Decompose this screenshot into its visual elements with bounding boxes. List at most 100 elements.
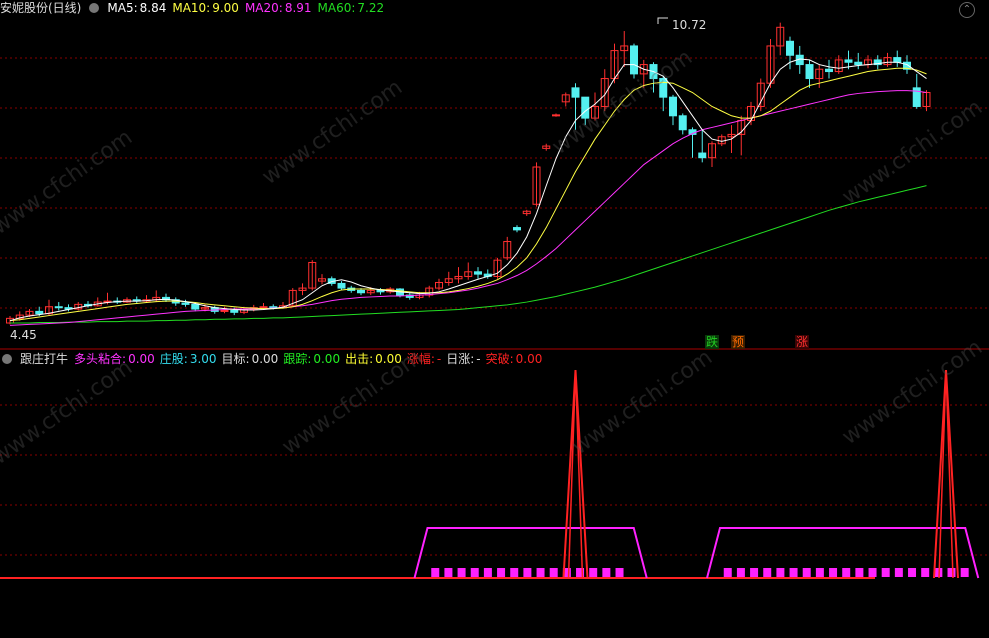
signal-bar <box>750 568 759 577</box>
candle-body <box>854 61 863 66</box>
candle-body <box>659 78 668 98</box>
ma60-label: MA60: <box>317 1 356 15</box>
indicator-chart[interactable] <box>0 353 989 638</box>
signal-bar <box>615 568 624 577</box>
settings-icon[interactable] <box>89 3 100 13</box>
candle-body <box>678 115 687 131</box>
signal-bar <box>497 568 506 577</box>
spike-line <box>938 369 954 579</box>
candle-body <box>357 289 365 294</box>
candle-body <box>669 96 677 117</box>
kline-workspace[interactable]: 10.72 4.45 安妮股份(日线) MA5: 8.84 MA10: 9.00 … <box>0 0 989 638</box>
signal-bar <box>602 568 611 577</box>
indicator-item-value: 0.00 <box>251 352 279 366</box>
ma20-value: 8.91 <box>284 1 312 15</box>
low-price-label: 4.45 <box>10 328 37 342</box>
candle-body <box>581 96 590 119</box>
candle-body <box>552 114 560 117</box>
candle-body <box>571 87 580 98</box>
signal-bar <box>470 568 479 577</box>
candle-body <box>474 271 482 275</box>
signal-bar <box>855 568 864 577</box>
spike-line <box>933 369 959 579</box>
indicator-item-value: 3.00 <box>189 352 217 366</box>
candle-body <box>786 40 794 56</box>
close-icon[interactable]: ⌃ <box>959 2 975 18</box>
signal-bar <box>868 568 877 577</box>
main-chart-header: 安妮股份(日线) MA5: 8.84 MA10: 9.00 MA20: 8.91… <box>0 0 384 16</box>
signal-bar <box>789 568 798 577</box>
ma20-line <box>9 90 927 326</box>
signal-bar <box>921 568 930 577</box>
indicator-item-label: 庄股: <box>159 352 188 366</box>
signal-bar <box>894 568 903 577</box>
signal-bar <box>523 568 532 577</box>
candle-body <box>54 306 63 309</box>
signal-bar <box>829 568 838 577</box>
ma5-label: MA5: <box>107 1 138 15</box>
signal-bar <box>431 568 440 577</box>
candle-body <box>630 45 638 75</box>
signal-bar <box>457 568 466 577</box>
indicator-item-label: 多头粘合: <box>74 352 127 366</box>
signal-bar <box>510 568 519 577</box>
indicator-item-value: 0.00 <box>313 352 341 366</box>
signal-bar <box>947 568 956 577</box>
spike-line <box>562 369 589 579</box>
signal-bar <box>736 568 745 577</box>
ma5-value: 8.84 <box>139 1 167 15</box>
signal-bar <box>483 568 492 577</box>
candle-body <box>191 303 200 310</box>
ma60-value: 7.22 <box>357 1 385 15</box>
signal-bar <box>589 568 598 577</box>
signal-bar <box>842 568 851 577</box>
indicator-settings-icon[interactable] <box>2 354 12 364</box>
ma10-label: MA10: <box>172 1 211 15</box>
indicator-name[interactable]: 跟庄打牛 <box>20 351 68 367</box>
candle-body <box>35 310 44 315</box>
signal-bar <box>763 568 772 577</box>
candle-body <box>181 302 190 305</box>
ma10-value: 9.00 <box>212 1 239 15</box>
indicator-item-label: 出击: <box>345 352 374 366</box>
signal-bar <box>908 568 917 577</box>
indicator-values: 多头粘合: 0.00 庄股: 3.00 目标: 0.00 跟踪: 0.00 出击: 0.00 涨幅:… <box>74 351 542 367</box>
price-chart[interactable]: 10.72 4.45 <box>0 0 989 350</box>
signal-bar <box>802 568 811 577</box>
signal-down-label: 跌 <box>705 335 719 349</box>
candle-body <box>220 309 229 312</box>
signal-bar <box>444 568 453 577</box>
stock-name[interactable]: 安妮股份(日线) <box>0 0 81 16</box>
candle-body <box>893 57 902 63</box>
signal-bar <box>549 568 558 577</box>
candle-body <box>805 64 814 80</box>
signal-bar <box>723 568 732 577</box>
candle-body <box>259 306 268 309</box>
indicator-item-value: 0.00 <box>128 352 155 366</box>
indicator-item-value: 0.00 <box>375 352 402 366</box>
candle-body <box>230 309 239 313</box>
indicator-item-value: - <box>476 352 481 366</box>
indicator-item-value: 0.00 <box>515 352 543 366</box>
candle-body <box>698 152 707 159</box>
signal-warn-label: 预 <box>731 335 745 349</box>
candle-body <box>844 59 853 63</box>
ma20-label: MA20: <box>244 1 283 15</box>
signal-up-label: 涨 <box>795 335 809 349</box>
signal-bar <box>536 568 545 577</box>
indicator-item-label: 突破: <box>485 352 514 366</box>
signal-bar <box>815 568 824 577</box>
indicator-header: 跟庄打牛 多头粘合: 0.00 庄股: 3.00 目标: 0.00 跟踪: 0.00 出击: 0.… <box>0 351 542 367</box>
candle-body <box>337 282 346 289</box>
indicator-item-label: 目标: <box>221 352 250 366</box>
candle-body <box>513 227 521 231</box>
indicator-item-label: 跟踪: <box>283 352 312 366</box>
indicator-item-value: - <box>436 352 442 366</box>
spike-line <box>567 369 584 579</box>
signal-bar <box>776 568 785 577</box>
high-price-label: 10.72 <box>672 18 706 32</box>
indicator-item-label: 涨幅: <box>406 352 435 366</box>
indicator-item-label: 日涨: <box>446 352 475 366</box>
high-pointer <box>657 17 668 24</box>
signal-bar <box>881 568 890 577</box>
